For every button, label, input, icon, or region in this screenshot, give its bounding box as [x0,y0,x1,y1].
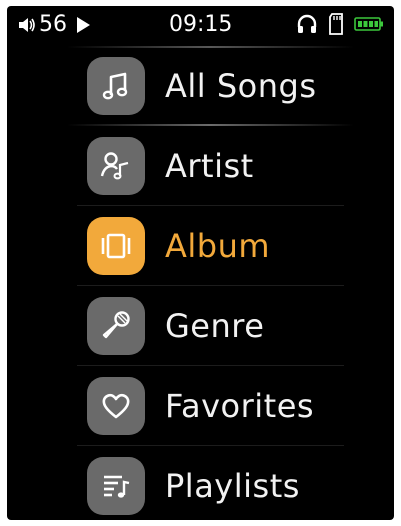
music-note-icon [87,57,145,115]
menu-item-genre[interactable]: Genre [7,286,394,366]
play-icon [75,15,91,35]
playlist-icon [87,457,145,515]
menu-item-artist[interactable]: Artist [7,126,394,206]
volume-level: 56 [39,12,67,37]
menu-item-label: All Songs [165,67,317,105]
album-icon [87,217,145,275]
microphone-icon [87,297,145,355]
menu-item-playlists[interactable]: Playlists [7,446,394,520]
sd-card-icon [328,13,344,35]
status-bar: 56 09:15 [7,6,394,46]
menu-item-label: Genre [165,307,265,345]
device-screen: 56 09:15 All Songs Artist Album Genre Fa… [7,6,394,520]
speaker-icon [17,15,37,35]
artist-icon [87,137,145,195]
battery-icon [354,16,384,32]
menu-item-all-songs[interactable]: All Songs [7,46,394,126]
menu-item-label: Album [165,227,271,265]
menu-item-favorites[interactable]: Favorites [7,366,394,446]
heart-icon [87,377,145,435]
clock: 09:15 [169,12,233,37]
headphones-icon [296,13,318,35]
menu-item-label: Artist [165,147,254,185]
music-menu: All Songs Artist Album Genre Favorites P… [7,46,394,520]
status-left: 56 [17,12,91,37]
menu-item-label: Favorites [165,387,315,425]
status-right [296,13,384,35]
menu-item-label: Playlists [165,467,300,505]
menu-item-album[interactable]: Album [7,206,394,286]
